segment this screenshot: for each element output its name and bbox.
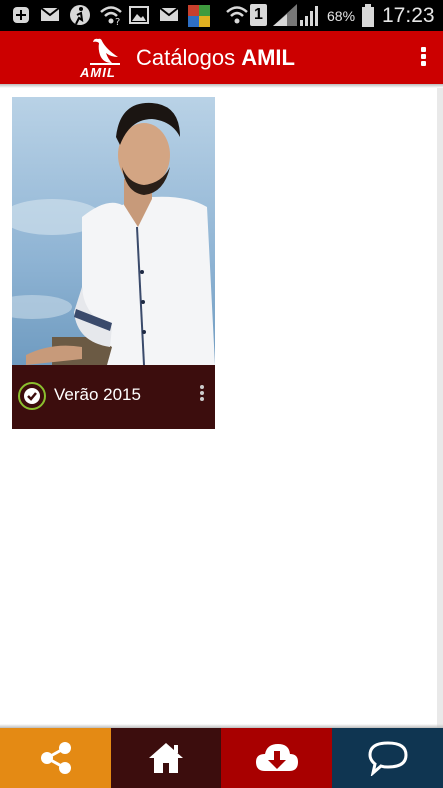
app-icon [188, 5, 210, 27]
catalog-title: Verão 2015 [54, 385, 141, 404]
title-brand: AMIL [241, 45, 295, 70]
dot-icon [421, 54, 426, 59]
app-bar: AMIL Catálogos AMIL [0, 31, 443, 84]
home-button[interactable] [111, 728, 221, 788]
runner-icon [70, 5, 90, 25]
catalog-options-button[interactable] [196, 383, 208, 403]
scroll-edge [437, 88, 443, 728]
share-icon [40, 742, 71, 774]
dot-icon [200, 397, 204, 401]
catalog-info-bar: Verão 2015 [12, 365, 215, 429]
signal-icon [300, 6, 318, 26]
catalog-cover-image[interactable] [12, 97, 215, 365]
signal-icon [273, 4, 297, 26]
logo-text: AMIL [80, 65, 116, 80]
sim-slot-badge: 1 [250, 4, 267, 26]
app-bar-shadow [0, 84, 443, 88]
home-icon [149, 743, 183, 773]
wifi-question-icon: ? [100, 6, 122, 26]
wifi-icon [226, 6, 248, 24]
add-icon [13, 7, 29, 23]
status-bar: ? 1 68% 17:23 [0, 0, 443, 31]
image-icon [129, 6, 149, 24]
overflow-menu-button[interactable] [414, 45, 432, 69]
title-prefix: Catálogos [136, 45, 236, 70]
bottom-nav [0, 728, 443, 788]
dot-icon [200, 385, 204, 389]
share-button[interactable] [0, 728, 111, 788]
downloaded-check-icon [18, 382, 46, 410]
dot-icon [421, 61, 426, 66]
status-clock: 17:23 [382, 4, 435, 27]
catalog-card[interactable]: Verão 2015 [12, 97, 215, 429]
model-photo [12, 97, 215, 365]
battery-percent: 68% [327, 8, 356, 24]
download-button[interactable] [221, 728, 332, 788]
mail-icon [40, 7, 60, 21]
chat-button[interactable] [332, 728, 443, 788]
dot-icon [421, 47, 426, 52]
chat-bubble-icon [367, 741, 408, 776]
dot-icon [200, 391, 204, 395]
battery-icon [362, 4, 374, 27]
svg-text:?: ? [115, 17, 120, 26]
cloud-download-icon [255, 744, 298, 771]
mail-icon [159, 7, 179, 21]
page-title: Catálogos AMIL [136, 45, 295, 71]
